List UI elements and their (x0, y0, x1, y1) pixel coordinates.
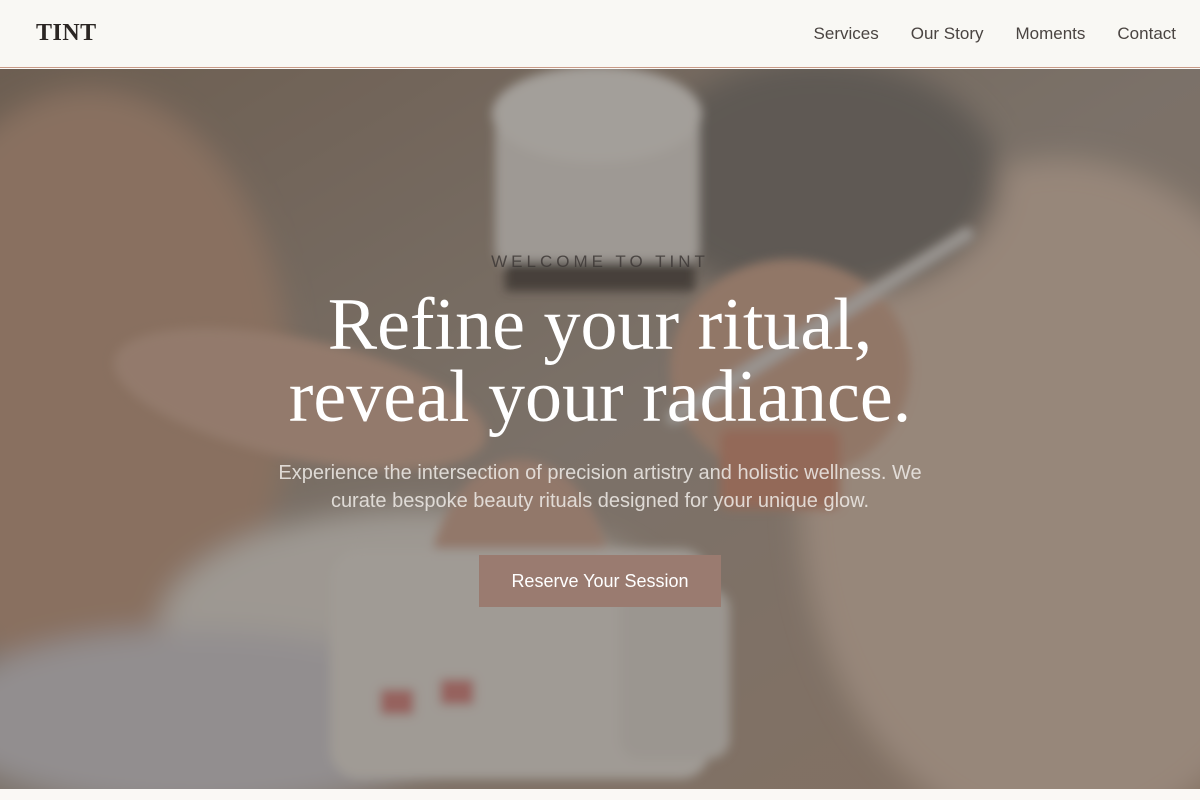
nav-link-moments[interactable]: Moments (1015, 24, 1085, 44)
hero-headline-line-2: reveal your radiance. (288, 356, 912, 438)
nav-link-our-story[interactable]: Our Story (911, 24, 984, 44)
hero-subtext: Experience the intersection of precision… (278, 462, 922, 512)
page-bottom-edge (0, 789, 1200, 800)
reserve-session-button[interactable]: Reserve Your Session (479, 555, 721, 607)
hero-headline-line-1: Refine your ritual, (327, 284, 873, 366)
hero-content: Welcome to TINT Refine your ritual, reve… (0, 69, 1200, 789)
hero-eyebrow: Welcome to TINT (491, 252, 709, 271)
hero-section: Welcome to TINT Refine your ritual, reve… (0, 69, 1200, 789)
site-header: TINT Services Our Story Moments Contact (0, 0, 1200, 68)
nav-link-services[interactable]: Services (814, 24, 879, 44)
main-nav: Services Our Story Moments Contact (814, 24, 1176, 44)
hero-headline: Refine your ritual, reveal your radiance… (0, 284, 1200, 438)
brand-logo[interactable]: TINT (36, 20, 97, 47)
nav-link-contact[interactable]: Contact (1117, 24, 1176, 44)
